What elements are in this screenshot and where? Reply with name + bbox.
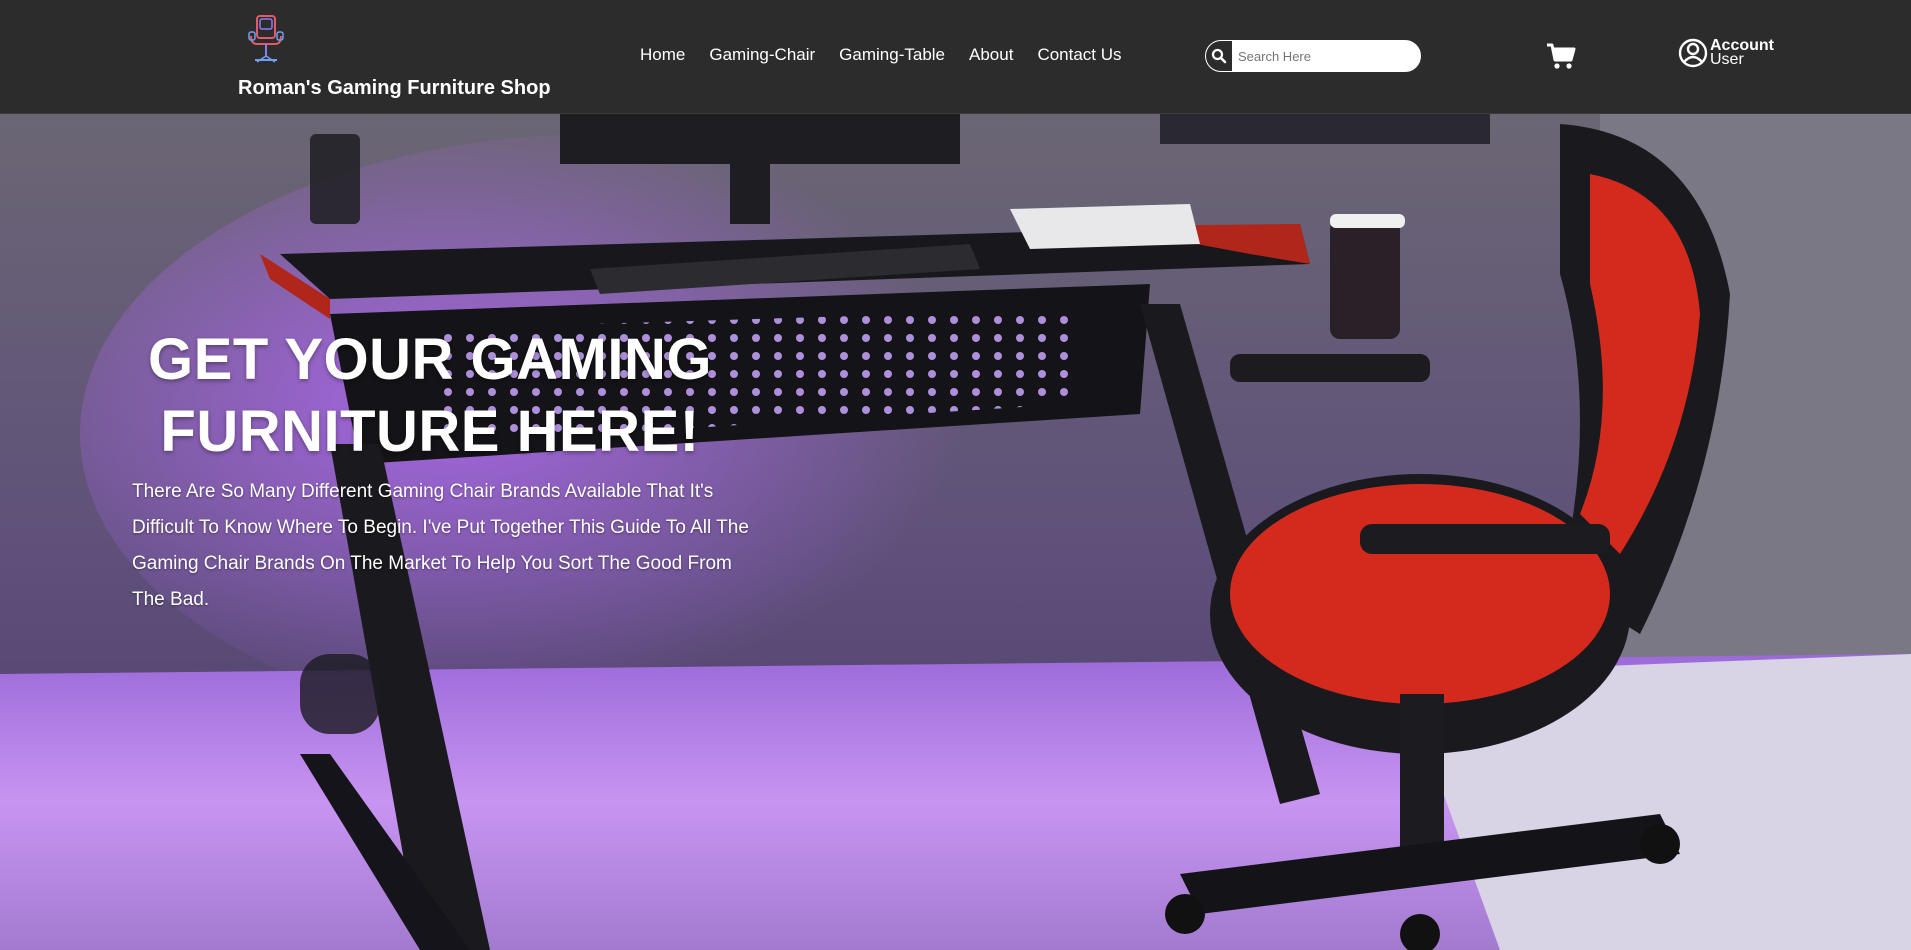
search-bar: [1205, 40, 1421, 72]
cart-icon: [1547, 43, 1576, 69]
search-button[interactable]: [1206, 41, 1232, 71]
search-icon: [1211, 48, 1226, 64]
hero-headline: GET YOUR GAMING FURNITURE HERE!: [100, 324, 760, 468]
brand-name[interactable]: Roman's Gaming Furniture Shop: [238, 77, 551, 100]
nav-home[interactable]: Home: [640, 45, 685, 67]
nav-about[interactable]: About: [969, 45, 1013, 67]
hero-description: There Are So Many Different Gaming Chair…: [132, 481, 749, 610]
nav-contact-us[interactable]: Contact Us: [1037, 45, 1121, 67]
hero-banner: GET YOUR GAMING FURNITURE HERE! There Ar…: [0, 114, 1911, 950]
gaming-chair-logo-icon: [248, 15, 284, 63]
main-nav: Home Gaming-Chair Gaming-Table About Con…: [640, 45, 1122, 67]
account-menu[interactable]: Account User: [1678, 38, 1774, 68]
account-line2: User: [1710, 51, 1744, 68]
nav-gaming-chair[interactable]: Gaming-Chair: [709, 45, 815, 67]
cart-button[interactable]: [1546, 42, 1576, 75]
search-input[interactable]: [1232, 41, 1420, 71]
account-label: Account User: [1710, 38, 1774, 68]
hero-headline-line2: FURNITURE HERE!: [160, 399, 700, 464]
user-circle-icon: [1678, 38, 1708, 68]
hero-headline-line1: GET YOUR GAMING: [148, 327, 712, 392]
navbar: Roman's Gaming Furniture Shop Home Gamin…: [0, 0, 1911, 114]
nav-gaming-table[interactable]: Gaming-Table: [839, 45, 945, 67]
